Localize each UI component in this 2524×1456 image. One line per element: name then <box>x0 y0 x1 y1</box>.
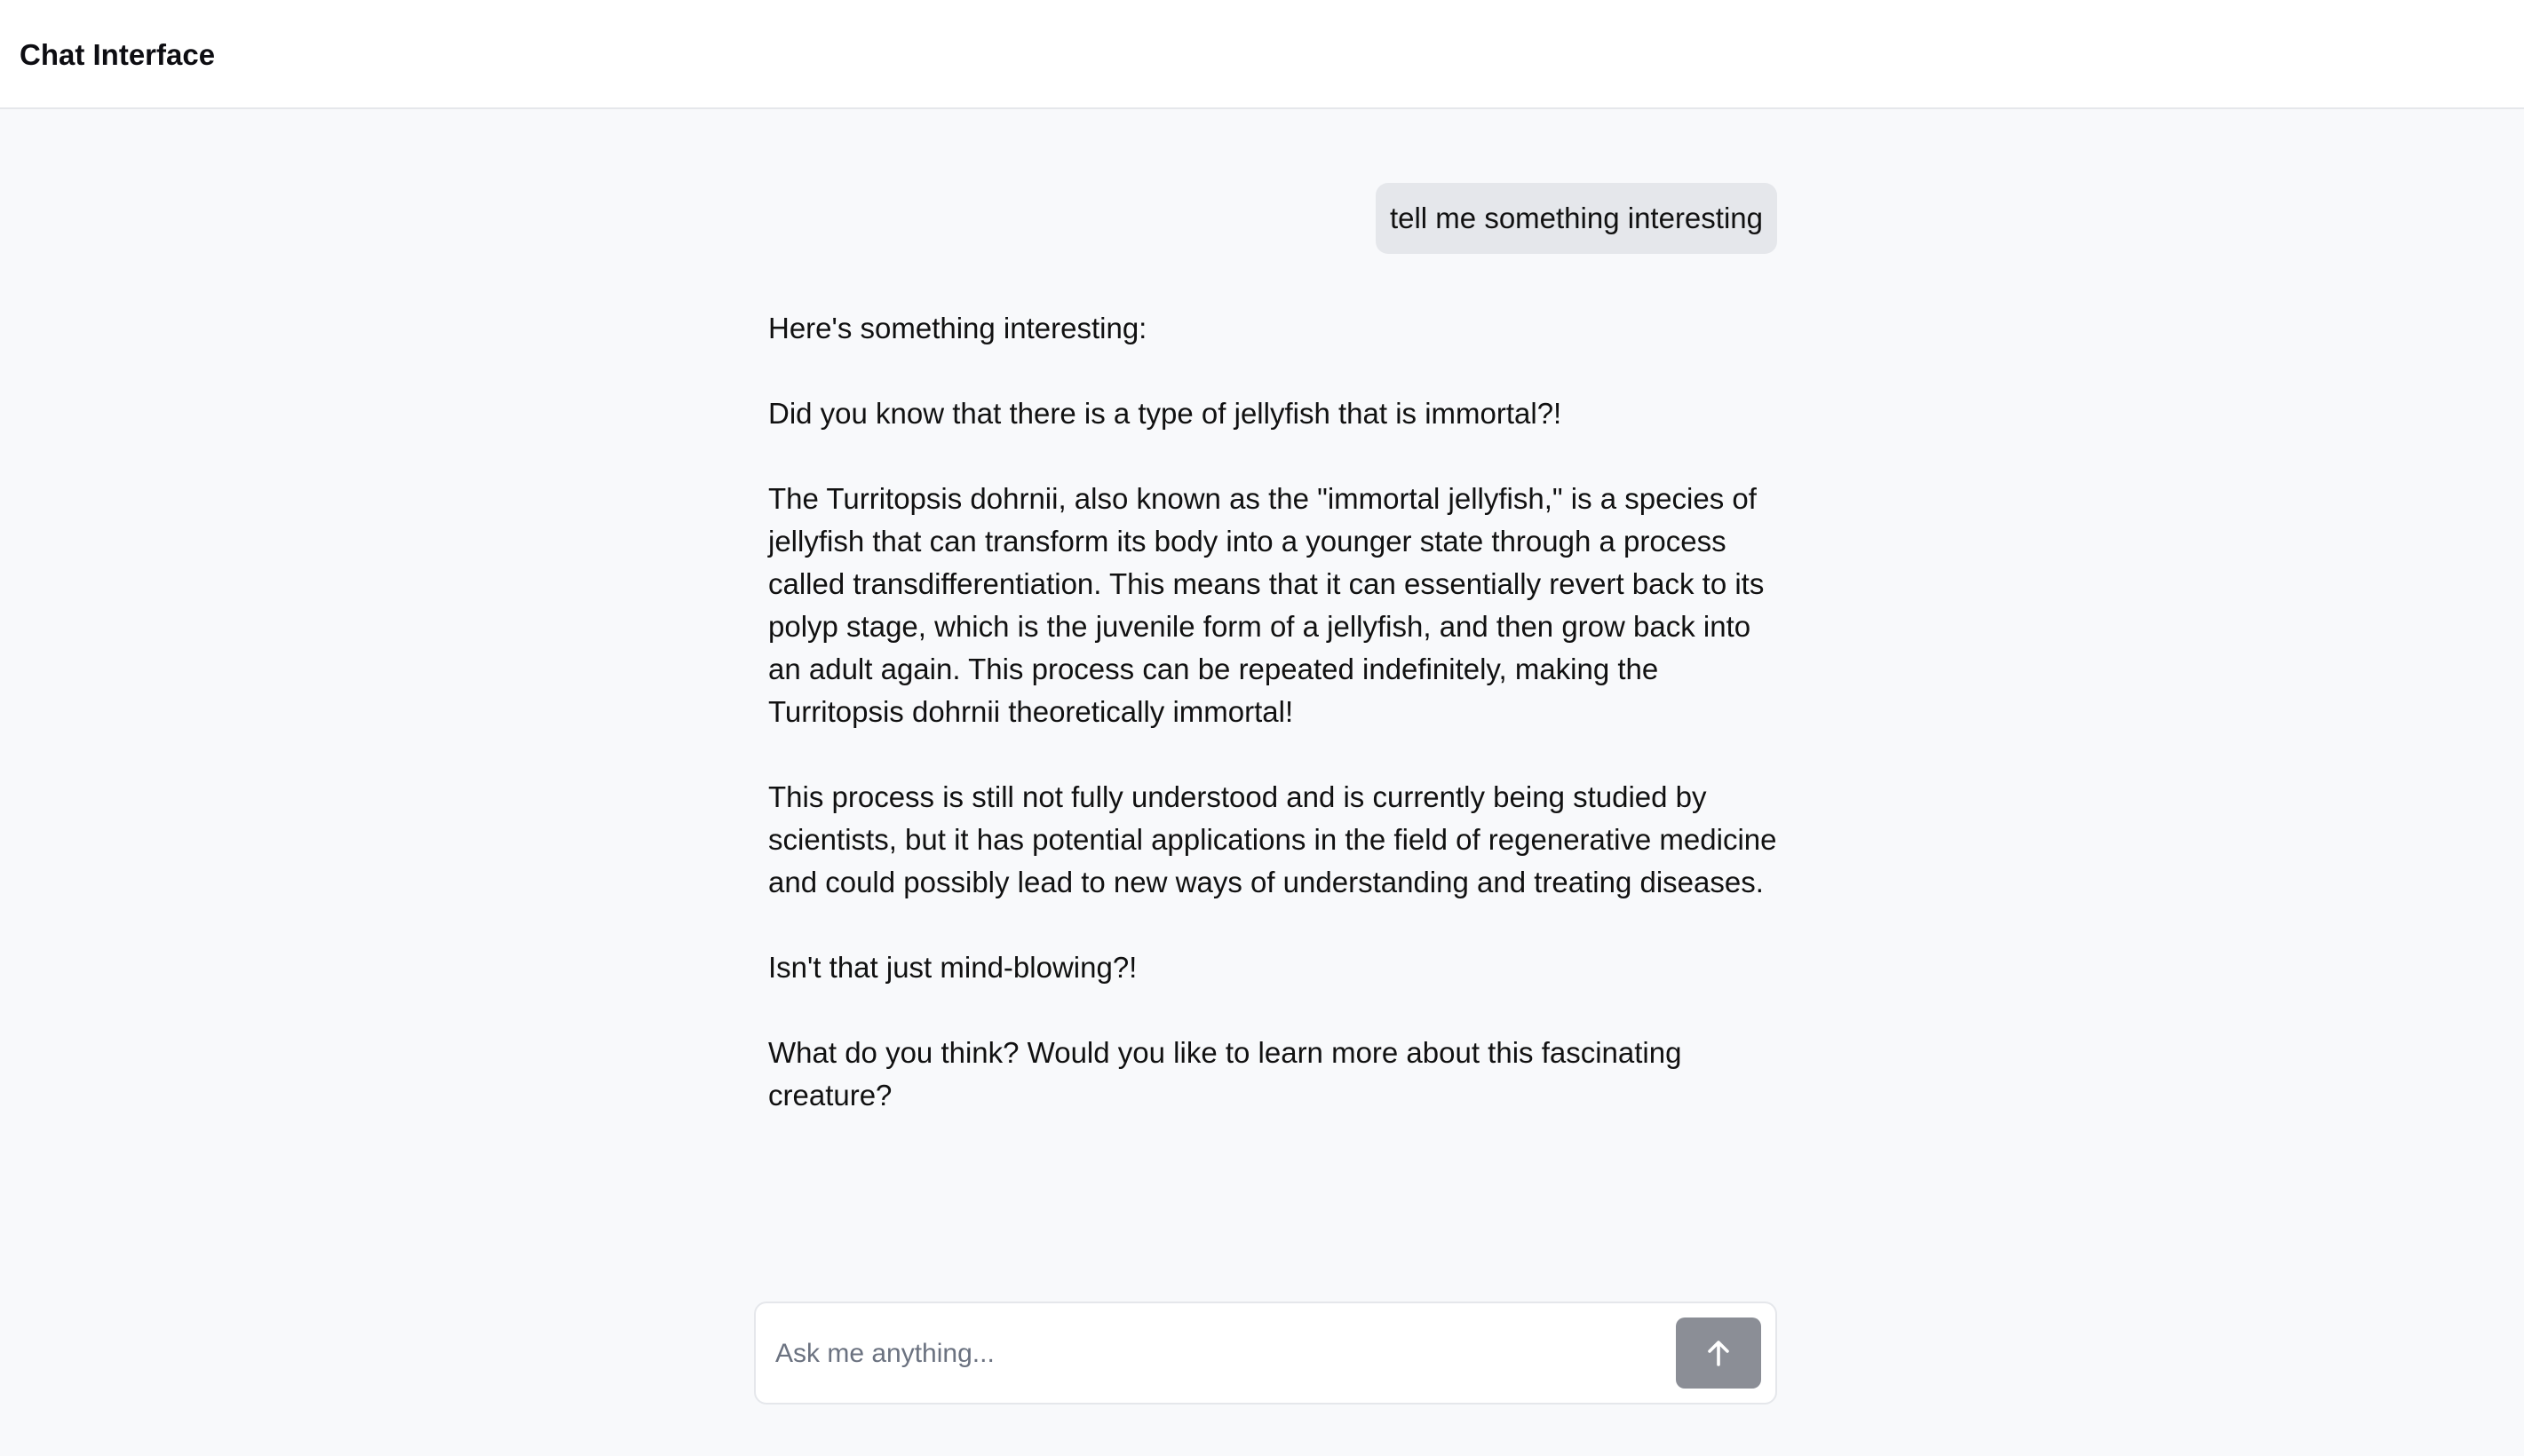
message-composer <box>754 1302 1777 1405</box>
assistant-paragraph: What do you think? Would you like to lea… <box>768 1036 1682 1112</box>
assistant-paragraph: Isn't that just mind-blowing?! <box>768 951 1138 984</box>
user-message-bubble: tell me something interesting <box>1375 183 1777 254</box>
assistant-paragraph: Did you know that there is a type of jel… <box>768 397 1562 430</box>
user-message-row: tell me something interesting <box>768 183 1777 254</box>
assistant-paragraph: Here's something interesting: <box>768 312 1147 344</box>
assistant-paragraph: The Turritopsis dohrnii, also known as t… <box>768 482 1765 728</box>
send-button[interactable] <box>1676 1318 1761 1389</box>
message-thread: tell me something interesting Here's som… <box>768 183 1777 1159</box>
app-header: Chat Interface <box>0 0 2524 109</box>
assistant-paragraph: This process is still not fully understo… <box>768 780 1777 898</box>
chat-input[interactable] <box>774 1319 1541 1389</box>
arrow-up-icon <box>1708 1341 1729 1366</box>
assistant-message: Here's something interesting: Did you kn… <box>768 307 1777 1117</box>
app-title: Chat Interface <box>20 38 216 71</box>
